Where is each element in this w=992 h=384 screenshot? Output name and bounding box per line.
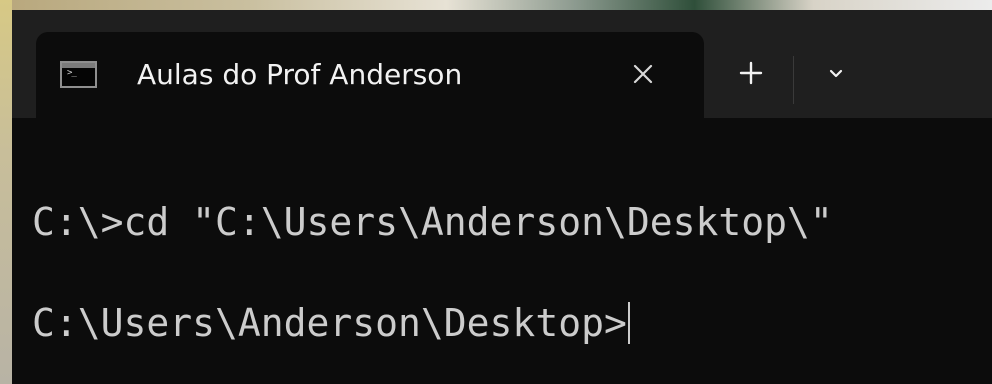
text-cursor bbox=[627, 302, 630, 344]
tab-title: Aulas do Prof Anderson bbox=[137, 58, 463, 91]
command-prompt-icon bbox=[60, 61, 97, 88]
terminal-line: C:\>cd "C:\Users\Anderson\Desktop\" bbox=[32, 200, 833, 244]
close-icon bbox=[633, 64, 653, 84]
terminal-output[interactable]: C:\>cd "C:\Users\Anderson\Desktop\" C:\U… bbox=[12, 118, 992, 384]
tab-aulas-do-prof-anderson[interactable]: Aulas do Prof Anderson bbox=[36, 32, 704, 118]
prompt-text: C:\Users\Anderson\Desktop> bbox=[32, 301, 627, 345]
title-bar: Aulas do Prof Anderson bbox=[12, 10, 992, 118]
new-tab-dropdown-button[interactable] bbox=[815, 52, 857, 94]
plus-icon bbox=[739, 61, 763, 85]
chevron-down-icon bbox=[829, 69, 843, 78]
terminal-window: Aulas do Prof Anderson C:\>cd "C:\Users\… bbox=[12, 10, 992, 384]
close-tab-button[interactable] bbox=[625, 56, 661, 92]
terminal-prompt-line[interactable]: C:\Users\Anderson\Desktop> bbox=[32, 295, 630, 351]
desktop-background-edge bbox=[0, 0, 12, 384]
desktop-background-strip bbox=[0, 0, 992, 10]
tab-divider bbox=[793, 56, 794, 104]
new-tab-button[interactable] bbox=[727, 49, 775, 97]
